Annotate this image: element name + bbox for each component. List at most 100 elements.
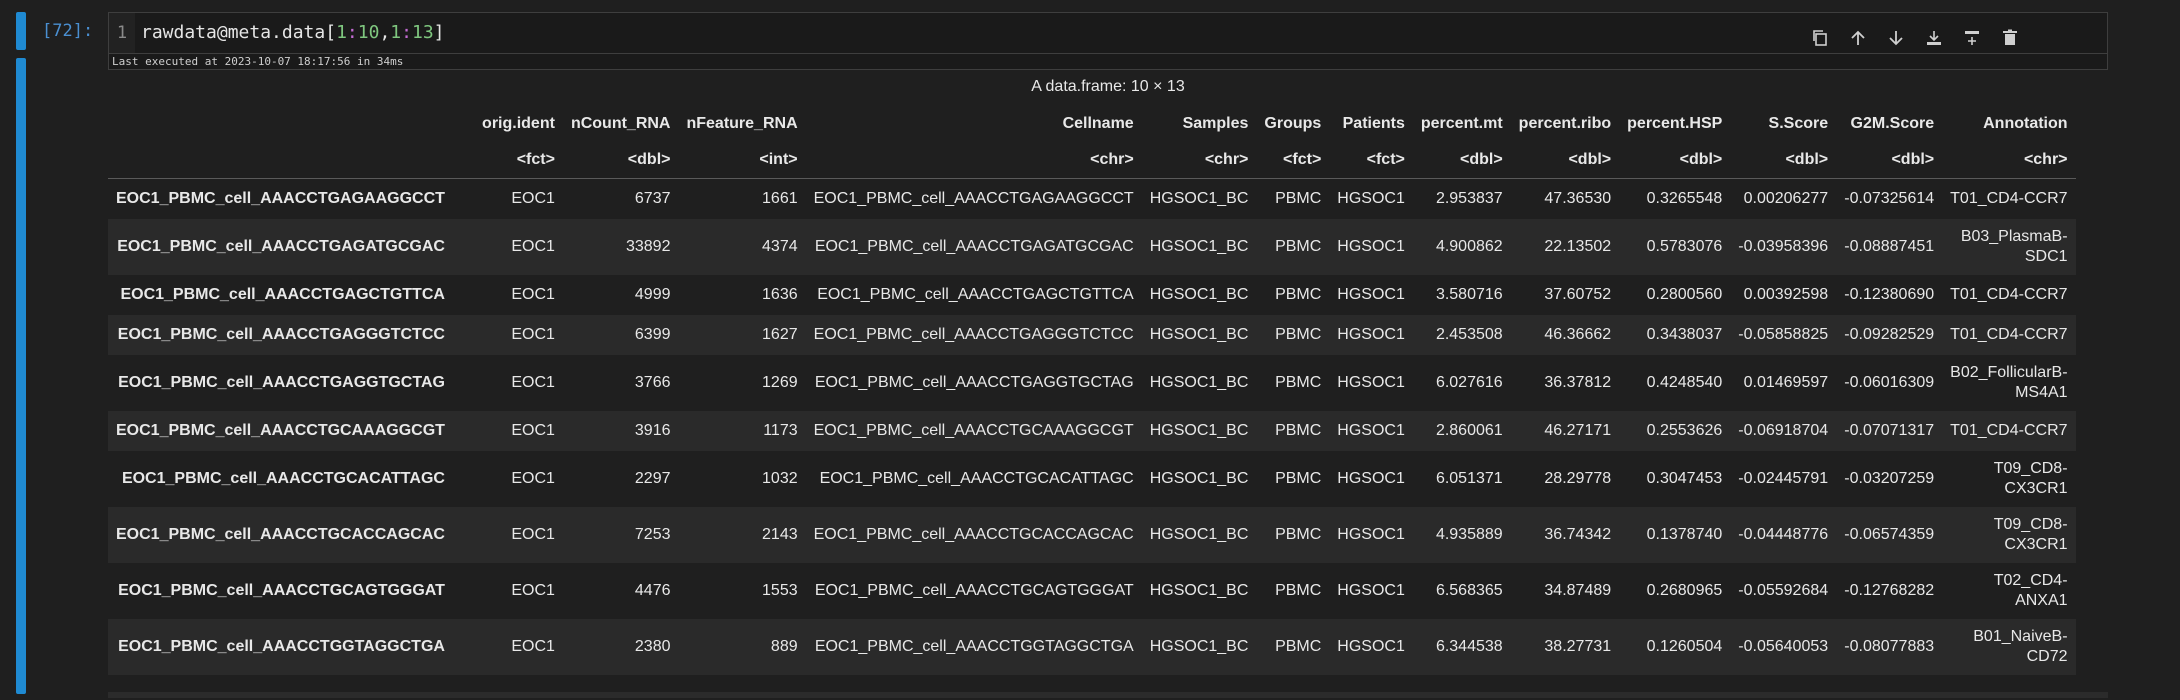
table-cell: PBMC: [1275, 421, 1322, 439]
column-type: <chr>: [1090, 151, 1134, 168]
table-row: EOC1_PBMC_cell_AAACCTGAGGGTCTCC EOC1 6399 1…: [108, 314, 2076, 355]
table-cell: PBMC: [1275, 189, 1322, 207]
delete-icon[interactable]: [1999, 27, 2021, 49]
table-cell: 0.1378740: [1646, 525, 1723, 543]
annotation-cell: B03_PlasmaB- SDC1: [1942, 219, 2075, 275]
annotation-part: CD72: [2026, 647, 2068, 665]
move-down-icon[interactable]: [1885, 27, 1907, 49]
table-cell: 46.27171: [1544, 421, 1612, 439]
table-cell: -0.05858825: [1738, 325, 1829, 343]
column-type: [108, 142, 453, 179]
table-cell: EOC1: [511, 525, 555, 543]
table-cell: PBMC: [1275, 237, 1322, 255]
table-cell: -0.05592684: [1738, 581, 1829, 599]
annotation-part: T02_CD4-: [1993, 571, 2068, 589]
column-type: <dbl>: [627, 151, 671, 168]
table-cell: 34.87489: [1544, 581, 1612, 599]
table-cell: 1636: [762, 285, 798, 303]
table-cell: -0.03958396: [1738, 237, 1829, 255]
code-num: 1: [336, 22, 347, 43]
table-cell: 6.344538: [1435, 637, 1503, 655]
code-suffix: ]: [433, 22, 445, 43]
column-header: nFeature_RNA: [686, 115, 798, 132]
table-row: EOC1_PBMC_cell_AAACCTGAGCTGTTCA EOC1 4999 1…: [108, 275, 2076, 315]
table-cell: HGSOC1: [1337, 325, 1405, 343]
table-cell: -0.02445791: [1738, 469, 1829, 487]
table-cell: EOC1: [511, 237, 555, 255]
table-cell: -0.12768282: [1844, 581, 1935, 599]
code-line[interactable]: rawdata@meta.data[1:10,1:13]: [141, 13, 445, 53]
table-cell: HGSOC1: [1337, 421, 1405, 439]
table-cell: 46.36662: [1544, 325, 1612, 343]
column-header: G2M.Score: [1850, 115, 1935, 132]
code-editor[interactable]: 1 rawdata@meta.data[1:10,1:13]: [108, 12, 2108, 54]
move-up-icon[interactable]: [1847, 27, 1869, 49]
column-type: <dbl>: [1785, 151, 1829, 168]
column-type: <dbl>: [1459, 151, 1503, 168]
table-cell: PBMC: [1275, 581, 1322, 599]
copy-icon[interactable]: [1809, 27, 1831, 49]
table-cell: 1269: [762, 373, 798, 391]
table-cell: EOC1_PBMC_cell_AAACCTGGTAGGCTGA: [814, 637, 1134, 655]
table-cell: 22.13502: [1544, 237, 1612, 255]
table-cell: EOC1: [511, 325, 555, 343]
table-cell: 889: [770, 637, 798, 655]
column-type: <dbl>: [1891, 151, 1935, 168]
column-type: <dbl>: [1679, 151, 1723, 168]
insert-above-icon[interactable]: [1961, 27, 1983, 49]
table-cell: -0.06016309: [1844, 373, 1935, 391]
table-cell: 0.5783076: [1646, 237, 1723, 255]
table-cell: 2380: [634, 637, 671, 655]
column-header: percent.mt: [1420, 115, 1503, 132]
column-header-row: orig.ident nCount_RNA nFeature_RNA Cellname…: [108, 106, 2076, 142]
execution-status: Last executed at 2023-10-07 18:17:56 in …: [108, 54, 2108, 70]
table-cell: EOC1: [511, 581, 555, 599]
table-cell: EOC1: [511, 373, 555, 391]
annotation-cell: T02_CD4- ANXA1: [1942, 563, 2075, 619]
table-cell: PBMC: [1275, 469, 1322, 487]
table-cell: 37.60752: [1544, 285, 1612, 303]
table-cell: 0.2800560: [1646, 285, 1723, 303]
code-num: 13: [411, 22, 434, 43]
table-cell: 0.4248540: [1646, 373, 1723, 391]
insert-below-icon[interactable]: [1923, 27, 1945, 49]
cell-output-collapse-bar[interactable]: [16, 58, 26, 694]
column-header: percent.ribo: [1518, 115, 1612, 132]
cell-input-collapse-bar[interactable]: [16, 12, 26, 50]
table-cell: 2297: [634, 469, 671, 487]
table-cell: 3916: [634, 421, 671, 439]
table-cell: 0.2553626: [1646, 421, 1723, 439]
table-cell: EOC1: [511, 421, 555, 439]
row-name: EOC1_PBMC_cell_AAACCTGAGAAGGCCT: [116, 189, 445, 207]
table-cell: 1553: [762, 581, 798, 599]
table-cell: HGSOC1: [1337, 373, 1405, 391]
row-name: EOC1_PBMC_cell_AAACCTGAGGTGCTAG: [118, 373, 445, 391]
column-header: nCount_RNA: [570, 115, 671, 132]
annotation-cell: T09_CD8- CX3CR1: [1942, 451, 2075, 507]
table-cell: 0.00206277: [1743, 189, 1829, 207]
horizontal-scrollbar[interactable]: [108, 692, 2108, 698]
table-cell: T01_CD4-CCR7: [1950, 421, 2068, 439]
table-cell: 4999: [634, 285, 671, 303]
table-cell: HGSOC1: [1337, 237, 1405, 255]
table-cell: EOC1: [511, 637, 555, 655]
table-cell: HGSOC1_BC: [1149, 469, 1249, 487]
annotation-part: T09_CD8-: [1993, 515, 2068, 533]
table-cell: HGSOC1: [1337, 189, 1405, 207]
table-cell: -0.04448776: [1738, 525, 1829, 543]
table-cell: HGSOC1_BC: [1149, 237, 1249, 255]
table-row: EOC1_PBMC_cell_AAACCTGCAGTGGGAT EOC1 4476 1…: [108, 563, 2076, 619]
table-cell: PBMC: [1275, 637, 1322, 655]
table-cell: HGSOC1: [1337, 469, 1405, 487]
code-comma: ,: [379, 22, 391, 43]
column-header: Annotation: [1983, 115, 2068, 132]
table-cell: HGSOC1_BC: [1149, 325, 1249, 343]
data-frame-table: orig.ident nCount_RNA nFeature_RNA Cellname…: [108, 106, 2076, 675]
annotation-cell: B01_NaiveB- CD72: [1942, 619, 2075, 675]
table-cell: 6.051371: [1435, 469, 1503, 487]
cell-toolbar: [1809, 27, 2021, 49]
table-row: EOC1_PBMC_cell_AAACCTGAGGTGCTAG EOC1 3766 1…: [108, 355, 2076, 411]
table-cell: 6399: [634, 325, 671, 343]
table-cell: -0.05640053: [1738, 637, 1829, 655]
column-type: <fct>: [1366, 151, 1405, 168]
